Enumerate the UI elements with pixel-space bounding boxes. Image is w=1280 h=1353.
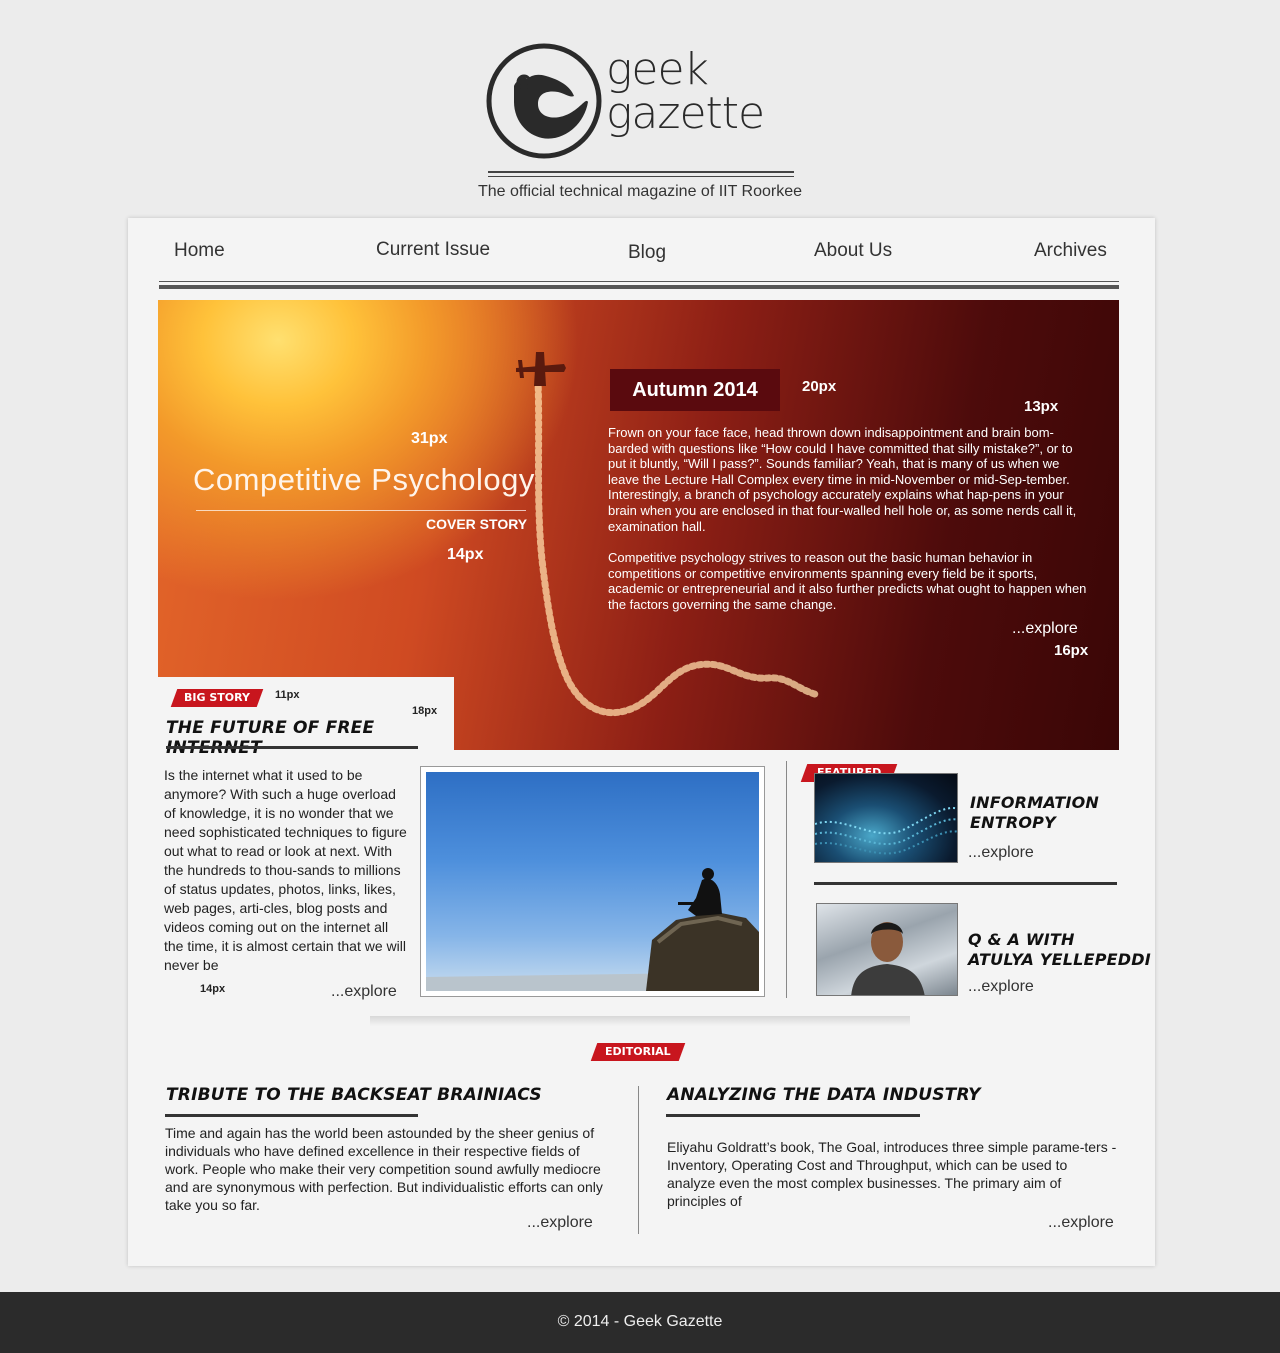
featured-2-title[interactable]: Q & A WITH ATULYA YELLEPEDDI [968, 930, 1151, 970]
editorial-1-heading[interactable]: TRIBUTE TO THE BACKSEAT BRAINIACS [166, 1085, 542, 1105]
main-card: Home Current Issue Blog About Us Archive… [128, 218, 1155, 1266]
logo-rule-bottom [488, 176, 794, 177]
nav-about-us[interactable]: About Us [814, 240, 892, 262]
airplane-icon [516, 352, 566, 386]
man-on-rock-image [426, 772, 759, 991]
logo-line-1: geek [606, 44, 709, 95]
nav-rule-thick [159, 285, 1119, 289]
nav-current-issue[interactable]: Current Issue [376, 239, 490, 261]
featured-1-title[interactable]: INFORMATION ENTROPY [970, 793, 1099, 833]
featured-2-explore-link[interactable]: ...explore [968, 978, 1034, 996]
explore-size-annotation: 16px [1054, 642, 1089, 659]
featured-1-explore-link[interactable]: ...explore [968, 844, 1034, 862]
hero-body: Frown on your face face, head thrown dow… [608, 425, 1093, 613]
atulya-yellepeddi-photo[interactable] [816, 903, 958, 996]
logo-rule-top [488, 171, 794, 173]
hero-paragraph-1: Frown on your face face, head thrown dow… [608, 425, 1077, 534]
season-size-annotation: 20px [802, 378, 837, 395]
big-story-header: BIG STORY 11px 18px THE FUTURE OF FREE I… [158, 677, 454, 758]
editorial-1-explore-link[interactable]: ...explore [527, 1214, 593, 1232]
nav-home[interactable]: Home [174, 240, 225, 262]
body-size-annotation: 13px [1024, 398, 1059, 415]
featured-divider [814, 882, 1117, 885]
heading-size-annotation: 18px [412, 705, 438, 717]
logo-wordmark: geek gazette [606, 44, 765, 139]
editorial-2-heading[interactable]: ANALYZING THE DATA INDUSTRY [667, 1085, 981, 1105]
text-size-annotation: 14px [200, 983, 226, 995]
season-badge: Autumn 2014 [610, 369, 780, 411]
nav-blog[interactable]: Blog [628, 242, 666, 264]
hero-title-rule [196, 510, 526, 511]
logo-line-2: gazette [606, 88, 765, 139]
tag-size-annotation: 11px [275, 689, 300, 701]
label-size-annotation: 14px [447, 546, 484, 563]
footer-copyright: © 2014 - Geek Gazette [557, 1313, 723, 1330]
big-story-text: Is the internet what it used to be anymo… [164, 767, 407, 973]
hero-paragraph-2: Competitive psychology strives to reason… [608, 550, 1087, 612]
nav-archives[interactable]: Archives [1034, 240, 1107, 262]
section-shadow-divider [370, 1016, 910, 1026]
footer: © 2014 - Geek Gazette [0, 1292, 1280, 1353]
title-size-annotation: 31px [411, 430, 448, 447]
hero-explore-link[interactable]: ...explore [1012, 620, 1078, 638]
editorial-tag: EDITORIAL [590, 1043, 686, 1061]
big-story-heading-rule [166, 746, 418, 749]
cover-story-label: COVER STORY [426, 516, 528, 532]
hero-title[interactable]: Competitive Psychology [193, 462, 535, 498]
big-story-photo[interactable] [420, 766, 765, 997]
logo-emblem-icon [486, 43, 602, 159]
big-story-explore-link[interactable]: ...explore [331, 983, 397, 1001]
big-story-heading[interactable]: THE FUTURE OF FREE INTERNET [166, 718, 454, 758]
information-entropy-thumbnail[interactable] [814, 773, 958, 863]
big-story-tag: BIG STORY [170, 689, 264, 707]
editorial-1-text: Time and again has the world been astoun… [165, 1125, 603, 1213]
editorial-2-explore-link[interactable]: ...explore [1048, 1214, 1114, 1232]
editorial-2-heading-rule [666, 1114, 920, 1117]
editorial-2-text: Eliyahu Goldratt’s book, The Goal, intro… [667, 1139, 1117, 1209]
column-divider [786, 761, 787, 998]
nav-rule [159, 281, 1119, 282]
site-logo[interactable]: geek gazette [486, 42, 806, 162]
main-nav: Home Current Issue Blog About Us Archive… [128, 218, 1155, 289]
editorial-1-heading-rule [165, 1114, 418, 1117]
editorial-divider [638, 1086, 639, 1234]
tagline: The official technical magazine of IIT R… [477, 183, 803, 200]
